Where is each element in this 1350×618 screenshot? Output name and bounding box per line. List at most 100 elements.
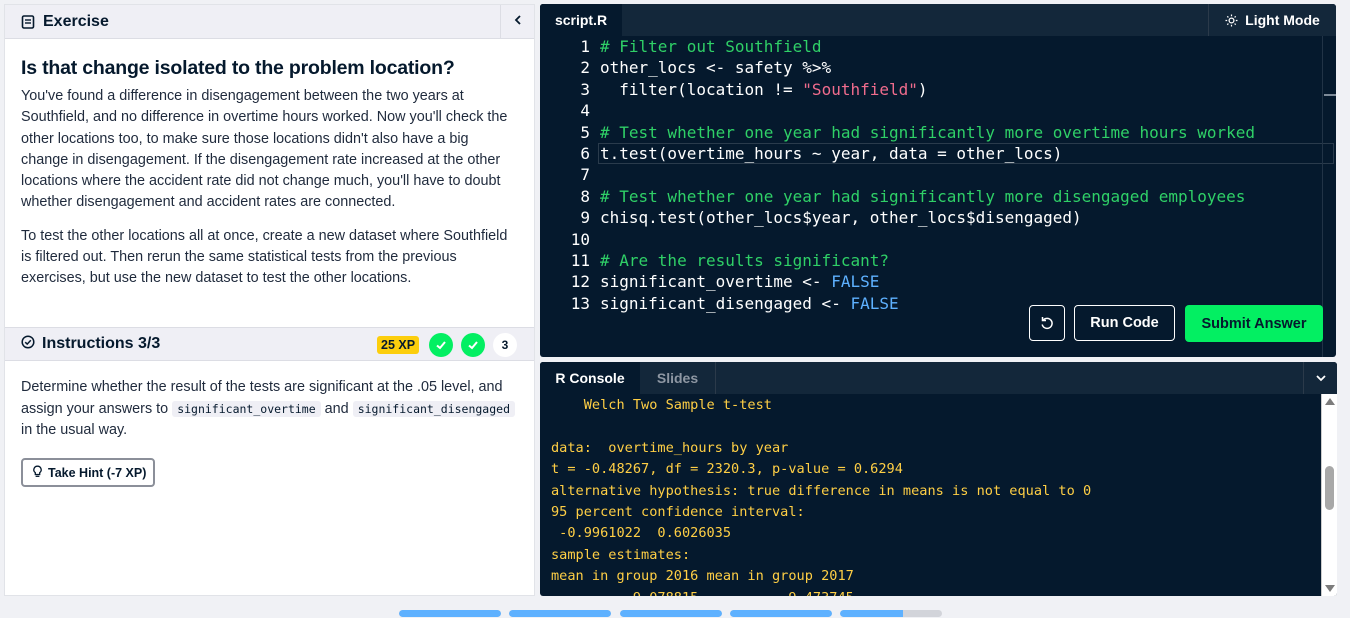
line-number: 12 <box>570 272 590 292</box>
scroll-down-arrow-icon[interactable] <box>1325 585 1335 592</box>
exercise-progress-bar <box>399 610 942 617</box>
line-number: 13 <box>570 293 590 313</box>
instructions-text-and: and <box>324 400 349 417</box>
xp-badge: 25 XP <box>377 336 420 354</box>
console-tabs: R Console Slides <box>540 362 1337 394</box>
line-number: 2 <box>580 58 590 78</box>
collapse-console-button[interactable] <box>1303 362 1337 394</box>
progress-fill <box>840 610 904 617</box>
instructions-text-2: in the usual way. <box>21 422 128 438</box>
code-line[interactable]: 12 significant_overtime <- FALSE <box>540 271 1324 292</box>
line-content: chisq.test(other_locs$year, other_locs$d… <box>600 208 1082 228</box>
console-line: 95 percent confidence interval: <box>551 503 805 520</box>
exercise-paragraph-1: You've found a difference in disengageme… <box>21 88 508 211</box>
line-number: 6 <box>580 143 590 163</box>
step-1-complete[interactable] <box>429 333 453 357</box>
code-line[interactable]: 9 chisq.test(other_locs$year, other_locs$… <box>540 207 1324 228</box>
exercise-header: Exercise <box>5 5 534 39</box>
code-line[interactable]: 8 # Test whether one year had significant… <box>540 186 1324 207</box>
step-current[interactable]: 3 <box>493 333 517 357</box>
undo-icon <box>1041 317 1053 330</box>
code-editor: script.R Light Mode 1 # Filter out Southf… <box>540 4 1336 357</box>
line-content: # Test whether one year had significantl… <box>600 186 1246 206</box>
code-line[interactable]: 7 <box>540 164 1324 185</box>
run-code-button[interactable]: Run Code <box>1074 305 1175 341</box>
line-content: t.test(overtime_hours ~ year, data = oth… <box>600 143 1063 163</box>
sun-icon <box>1225 14 1238 26</box>
check-circle-icon <box>21 334 35 354</box>
console-line: t = -0.48267, df = 2320.3, p-value = 0.6… <box>551 461 903 478</box>
exercise-paragraph-2: To test the other locations all at once,… <box>21 227 508 287</box>
code-line[interactable]: 10 <box>540 229 1324 250</box>
console-line: alternative hypothesis: true difference … <box>551 482 1092 499</box>
console-line: data: overtime_hours by year <box>551 439 789 456</box>
console-line: 9.078815 9.473745 <box>551 588 1321 596</box>
code-area[interactable]: 1 # Filter out Southfield 2 other_locs <- s… <box>540 36 1334 314</box>
scroll-marker <box>1324 94 1336 96</box>
console-scrollbar[interactable] <box>1321 394 1337 596</box>
chevron-left-icon <box>512 13 524 31</box>
progress-segment[interactable] <box>729 610 832 617</box>
code-line[interactable]: 6 t.test(overtime_hours ~ year, data = ot… <box>540 142 1334 164</box>
line-number: 9 <box>580 208 590 228</box>
instructions-title: Instructions 3/3 <box>42 335 161 352</box>
light-mode-button[interactable]: Light Mode <box>1208 4 1336 36</box>
take-hint-button[interactable]: Take Hint (-7 XP) <box>21 458 155 487</box>
instructions-header: Instructions 3/3 25 XP 3 <box>5 327 534 361</box>
console-line: sample estimates: <box>551 546 691 563</box>
console-line: -0.9961022 0.6026035 <box>551 525 732 542</box>
code-line[interactable]: 5 # Test whether one year had significant… <box>540 122 1324 143</box>
line-number: 4 <box>580 101 590 121</box>
code-significant-overtime: significant_overtime <box>172 400 321 417</box>
exercise-header-title: Exercise <box>43 12 109 30</box>
progress-segment[interactable] <box>619 610 722 617</box>
line-number: 8 <box>580 186 590 206</box>
line-content: significant_disengaged <- FALSE <box>600 293 899 313</box>
checkmark-icon <box>436 341 446 350</box>
light-mode-label: Light Mode <box>1245 12 1320 28</box>
r-console: R Console Slides Welch Two Sample t-test… <box>540 362 1337 596</box>
chevron-down-icon <box>1315 375 1326 382</box>
code-line[interactable]: 4 <box>540 100 1324 121</box>
line-number: 11 <box>570 250 590 270</box>
line-content: filter(location != "Southfield") <box>600 79 928 99</box>
instructions-body: Determine whether the result of the test… <box>21 377 521 442</box>
tab-script-r[interactable]: script.R <box>540 4 622 36</box>
checkmark-icon <box>468 341 478 350</box>
step-2-complete[interactable] <box>461 333 485 357</box>
exercise-body: Is that change isolated to the problem l… <box>5 39 534 290</box>
progress-segment[interactable] <box>509 610 612 617</box>
progress-fill <box>729 610 832 617</box>
scroll-up-arrow-icon[interactable] <box>1325 398 1335 405</box>
progress-segment[interactable] <box>399 610 501 617</box>
progress-fill <box>509 610 612 617</box>
lightbulb-icon <box>31 465 48 481</box>
console-line: mean in group 2016 mean in group 2017 <box>551 568 854 585</box>
line-content: # Are the results significant? <box>600 250 889 270</box>
scroll-thumb[interactable] <box>1325 466 1334 510</box>
take-hint-label: Take Hint (-7 XP) <box>48 465 147 480</box>
code-line[interactable]: 3 filter(location != "Southfield") <box>540 79 1324 100</box>
code-line[interactable]: 2 other_locs <- safety %>% <box>540 57 1324 78</box>
line-number: 1 <box>580 37 590 56</box>
line-number: 10 <box>570 229 590 249</box>
line-number: 5 <box>580 122 590 142</box>
exercise-title: Is that change isolated to the problem l… <box>21 57 455 79</box>
code-line[interactable]: 11 # Are the results significant? <box>540 250 1324 271</box>
document-icon <box>21 14 35 29</box>
line-content: # Test whether one year had significantl… <box>600 122 1256 142</box>
editor-scrollbar[interactable] <box>1322 36 1336 357</box>
tab-r-console[interactable]: R Console <box>540 362 640 394</box>
line-number: 3 <box>580 79 590 99</box>
tab-slides[interactable]: Slides <box>640 362 716 394</box>
reset-code-button[interactable] <box>1029 305 1065 341</box>
editor-tabs: script.R Light Mode <box>540 4 1336 36</box>
collapse-panel-button[interactable] <box>500 5 534 38</box>
submit-answer-button[interactable]: Submit Answer <box>1185 305 1323 342</box>
code-line[interactable]: 1 # Filter out Southfield <box>540 36 1324 57</box>
line-content: other_locs <- safety %>% <box>600 58 832 78</box>
console-output[interactable]: Welch Two Sample t-test data: overtime_ho… <box>551 395 1321 596</box>
progress-fill <box>399 610 501 617</box>
progress-segment[interactable] <box>840 610 942 617</box>
